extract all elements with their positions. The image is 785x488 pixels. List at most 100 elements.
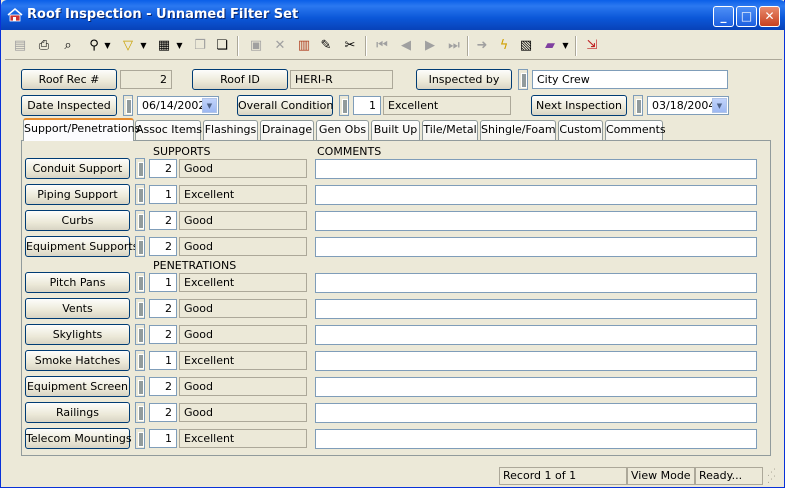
tab-flashings[interactable]: Flashings: [203, 120, 258, 140]
binoculars-dropdown-icon[interactable]: ▼: [103, 35, 112, 57]
piping-support-comment[interactable]: [315, 185, 757, 205]
vents-grip[interactable]: [135, 298, 145, 319]
equipment-supports-comment[interactable]: [315, 237, 757, 257]
filter-dropdown-icon[interactable]: ▼: [139, 35, 148, 57]
overall-condition-grip[interactable]: [339, 95, 349, 116]
inspected-by-grip[interactable]: [518, 69, 528, 90]
telecom-mountings-button[interactable]: Telecom Mountings: [25, 428, 132, 449]
piping-support-code[interactable]: 1: [149, 185, 177, 204]
roof-rec-button[interactable]: Roof Rec #: [21, 69, 117, 90]
railings-comment[interactable]: [315, 403, 757, 423]
equipment-supports-grip[interactable]: [135, 236, 145, 257]
map-icon[interactable]: ▧: [515, 35, 537, 57]
chevron-down-icon[interactable]: ▼: [202, 98, 217, 113]
date-inspected-button[interactable]: Date Inspected: [21, 95, 117, 116]
report-icon[interactable]: ▦: [153, 35, 175, 57]
preview-icon[interactable]: ⌕: [57, 35, 79, 57]
curbs-button[interactable]: Curbs: [25, 210, 130, 231]
vents-comment[interactable]: [315, 299, 757, 319]
next-inspection-button[interactable]: Next Inspection: [531, 95, 627, 116]
curbs-code[interactable]: 2: [149, 211, 177, 230]
equipment-screen-button[interactable]: Equipment Screen: [25, 376, 130, 397]
pitch-pans-comment[interactable]: [315, 273, 757, 293]
skylights-grip[interactable]: [135, 324, 145, 345]
piping-support-button[interactable]: Piping Support: [25, 184, 130, 205]
telecom-mountings-comment[interactable]: [315, 429, 757, 449]
skylights-code[interactable]: 2: [149, 325, 177, 344]
book-dropdown-icon[interactable]: ▼: [561, 35, 570, 57]
filter-icon[interactable]: ▽: [117, 35, 139, 57]
resize-grip-icon[interactable]: ⋰ ⋰: [767, 469, 779, 485]
save-icon[interactable]: ▣: [245, 35, 267, 57]
close-button[interactable]: ✕: [759, 6, 780, 27]
tab-assoc-items[interactable]: Assoc Items: [135, 120, 202, 140]
title-bar[interactable]: Roof Inspection - Unnamed Filter Set _ □…: [1, 0, 785, 30]
exit-icon[interactable]: ⇲: [581, 35, 603, 57]
next-inspection-combo[interactable]: 03/18/2004 ▼: [647, 96, 729, 115]
book-icon[interactable]: ▰: [539, 35, 561, 57]
equipment-screen-comment[interactable]: [315, 377, 757, 397]
date-inspected-grip[interactable]: [123, 95, 133, 116]
skylights-button[interactable]: Skylights: [25, 324, 130, 345]
chevron-down-icon[interactable]: ▼: [712, 98, 727, 113]
books-icon[interactable]: ▥: [293, 35, 315, 57]
tab-support-penetrations[interactable]: Support/Penetrations: [23, 118, 140, 141]
piping-support-grip[interactable]: [135, 184, 145, 205]
first-record-icon[interactable]: ⏮: [371, 35, 393, 57]
delete-icon[interactable]: ✕: [269, 35, 291, 57]
roof-id-button[interactable]: Roof ID: [192, 69, 288, 90]
go-arrow-icon[interactable]: ➜: [471, 35, 493, 57]
conduit-support-code[interactable]: 2: [149, 159, 177, 178]
railings-code[interactable]: 2: [149, 403, 177, 422]
maximize-button[interactable]: □: [736, 6, 757, 27]
report-dropdown-icon[interactable]: ▼: [175, 35, 184, 57]
equipment-screen-grip[interactable]: [135, 376, 145, 397]
tab-tile-metal[interactable]: Tile/Metal: [422, 120, 478, 140]
curbs-grip[interactable]: [135, 210, 145, 231]
date-inspected-combo[interactable]: 06/14/2002 ▼: [137, 96, 219, 115]
pitch-pans-grip[interactable]: [135, 272, 145, 293]
vents-button[interactable]: Vents: [25, 298, 130, 319]
telecom-mountings-grip[interactable]: [135, 428, 145, 449]
tab-drainage[interactable]: Drainage: [260, 120, 314, 140]
conduit-support-grip[interactable]: [135, 158, 145, 179]
conduit-support-comment[interactable]: [315, 159, 757, 179]
smoke-hatches-comment[interactable]: [315, 351, 757, 371]
skylights-comment[interactable]: [315, 325, 757, 345]
pitch-pans-button[interactable]: Pitch Pans: [25, 272, 130, 293]
tab-comments[interactable]: Comments: [605, 120, 666, 140]
vents-code[interactable]: 2: [149, 299, 177, 318]
railings-grip[interactable]: [135, 402, 145, 423]
pencil-icon[interactable]: ✎: [315, 35, 337, 57]
minimize-button[interactable]: _: [713, 6, 734, 27]
next-record-icon[interactable]: ▶: [419, 35, 441, 57]
scissors-icon[interactable]: ✂: [339, 35, 361, 57]
telecom-mountings-code[interactable]: 1: [149, 429, 177, 448]
equipment-screen-code[interactable]: 2: [149, 377, 177, 396]
tab-gen-obs[interactable]: Gen Obs: [316, 120, 369, 140]
tab-built-up[interactable]: Built Up: [371, 120, 420, 140]
duplicate-icon[interactable]: ❏: [211, 35, 233, 57]
next-inspection-grip[interactable]: [633, 95, 643, 116]
copy-disabled-icon[interactable]: ❐: [189, 35, 211, 57]
equipment-supports-button[interactable]: Equipment Supports: [25, 236, 138, 257]
curbs-comment[interactable]: [315, 211, 757, 231]
binoculars-icon[interactable]: ⚲: [83, 35, 105, 57]
overall-condition-button[interactable]: Overall Condition: [237, 95, 333, 116]
inspected-by-button[interactable]: Inspected by: [416, 69, 512, 90]
smoke-hatches-code[interactable]: 1: [149, 351, 177, 370]
smoke-hatches-grip[interactable]: [135, 350, 145, 371]
railings-button[interactable]: Railings: [25, 402, 130, 423]
overall-condition-code[interactable]: 1: [353, 96, 381, 115]
pitch-pans-code[interactable]: 1: [149, 273, 177, 292]
lightning-icon[interactable]: ϟ: [493, 35, 515, 57]
equipment-supports-code[interactable]: 2: [149, 237, 177, 256]
print-icon[interactable]: ⎙: [33, 35, 55, 57]
tab-custom[interactable]: Custom: [558, 120, 603, 140]
inspected-by-field[interactable]: City Crew: [532, 70, 728, 89]
previous-record-icon[interactable]: ◀: [395, 35, 417, 57]
last-record-icon[interactable]: ⏭: [443, 35, 465, 57]
smoke-hatches-button[interactable]: Smoke Hatches: [25, 350, 130, 371]
new-record-icon[interactable]: ▤: [9, 35, 31, 57]
conduit-support-button[interactable]: Conduit Support: [25, 158, 130, 179]
